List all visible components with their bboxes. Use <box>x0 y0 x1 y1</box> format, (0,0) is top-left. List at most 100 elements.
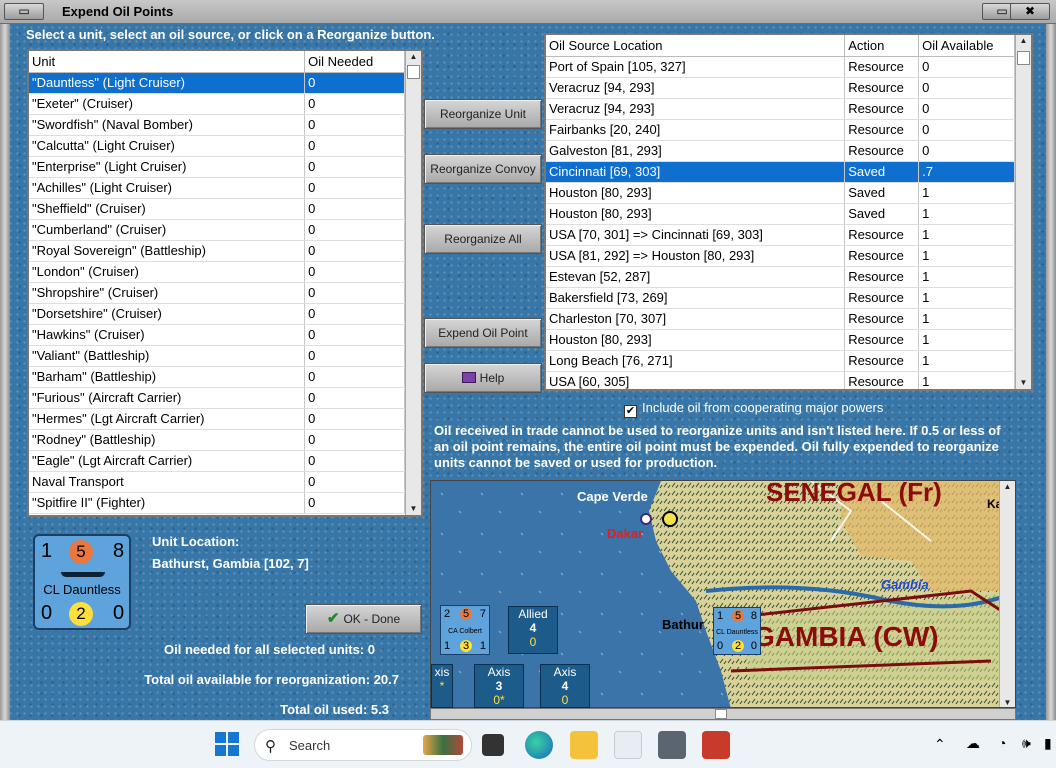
scroll-down-arrow-icon[interactable]: ▼ <box>1000 697 1015 707</box>
unit-row[interactable]: "Sheffield" (Cruiser) 0 <box>29 198 405 220</box>
oil-needed-column-header[interactable]: Oil Needed <box>304 51 405 73</box>
gambia-river-label: Gambia <box>881 577 929 592</box>
allied-stack[interactable]: Allied 4 0 <box>508 606 558 654</box>
scroll-up-arrow-icon[interactable]: ▲ <box>1000 481 1015 493</box>
axis-stack-partial[interactable]: xis * <box>431 664 453 708</box>
oil-source-row[interactable]: USA [81, 292] => Houston [80, 293] Resour… <box>546 245 1015 267</box>
unit-row[interactable]: "Barham" (Battleship) 0 <box>29 366 405 388</box>
reorganize-all-button[interactable]: Reorganize All <box>424 224 542 254</box>
oil-source-row[interactable]: Veracruz [94, 293] Resource 0 <box>546 98 1015 120</box>
scroll-down-arrow-icon[interactable]: ▼ <box>1016 377 1031 389</box>
counter-top-left: 1 <box>41 540 53 562</box>
battery-icon[interactable]: ▮ <box>1044 735 1052 752</box>
scroll-thumb[interactable] <box>407 65 420 79</box>
taskbar-search[interactable]: ⚲ Search <box>254 729 472 761</box>
map-unit-cl-dauntless[interactable]: 1 5 8 CL Dauntless 0 2 0 <box>713 607 761 655</box>
help-button[interactable]: Help <box>424 363 542 393</box>
oil-source-cell: Port of Spain [105, 327] <box>546 56 846 78</box>
axis-stack[interactable]: Axis 4 0 <box>540 664 590 708</box>
scroll-thumb[interactable] <box>1017 51 1030 65</box>
windows-start-icon[interactable] <box>214 731 242 759</box>
unit-row[interactable]: "Achilles" (Light Cruiser) 0 <box>29 177 405 199</box>
oil-source-row[interactable]: Estevan [52, 287] Resource 1 <box>546 266 1015 288</box>
oil-source-row[interactable]: Houston [80, 293] Resource 1 <box>546 329 1015 351</box>
oil-source-cell: 1 <box>918 266 1015 288</box>
oil-sources-listbox[interactable]: Oil Source Location Action Oil Available… <box>544 33 1033 391</box>
unit-row[interactable]: "Furious" (Aircraft Carrier) 0 <box>29 387 405 409</box>
unit-row[interactable]: "Dorsetshire" (Cruiser) 0 <box>29 303 405 325</box>
reorganize-unit-button[interactable]: Reorganize Unit <box>424 99 542 129</box>
cloud-offline-icon[interactable]: ☁ <box>966 735 980 752</box>
unit-row[interactable]: "Valiant" (Battleship) 0 <box>29 345 405 367</box>
oil-source-row[interactable]: Veracruz [94, 293] Resource 0 <box>546 77 1015 99</box>
unit-location-label: Unit Location: <box>152 534 240 549</box>
unit-cell: 0 <box>304 324 405 346</box>
close-button[interactable]: ✖ <box>1010 3 1050 20</box>
speaker-icon[interactable]: 🕪 <box>1022 735 1031 752</box>
reorganize-convoy-button[interactable]: Reorganize Convoy <box>424 154 542 184</box>
unit-cell: "Calcutta" (Light Cruiser) <box>29 135 306 157</box>
include-coop-checkbox-row[interactable]: ✔ Include oil from cooperating major powe… <box>624 400 883 418</box>
oil-source-row[interactable]: Fairbanks [20, 240] Resource 0 <box>546 119 1015 141</box>
file-explorer-icon[interactable] <box>570 731 598 759</box>
game-app-icon[interactable] <box>702 731 730 759</box>
scroll-up-arrow-icon[interactable]: ▲ <box>1016 35 1031 47</box>
expend-oil-point-button[interactable]: Expend Oil Point <box>424 318 542 348</box>
unit-row[interactable]: "London" (Cruiser) 0 <box>29 261 405 283</box>
scroll-up-arrow-icon[interactable]: ▲ <box>406 51 421 63</box>
action-column-header[interactable]: Action <box>844 35 920 57</box>
oil-source-cell: USA [81, 292] => Houston [80, 293] <box>546 245 846 267</box>
scroll-thumb[interactable] <box>715 709 727 719</box>
unit-row[interactable]: "Cumberland" (Cruiser) 0 <box>29 219 405 241</box>
chevron-up-icon[interactable]: ⌃ <box>934 736 946 753</box>
unit-row[interactable]: "Calcutta" (Light Cruiser) 0 <box>29 135 405 157</box>
edge-browser-icon[interactable] <box>525 731 553 759</box>
oil-source-column-header[interactable]: Oil Source Location <box>546 35 846 57</box>
map-horizontal-scrollbar[interactable] <box>430 708 1016 720</box>
wifi-icon[interactable]: ◔ <box>998 735 1006 751</box>
oil-source-row[interactable]: Cincinnati [69, 303] Saved .7 <box>546 161 1015 183</box>
oil-source-row[interactable]: USA [60, 305] Resource 1 <box>546 371 1015 389</box>
oil-source-row[interactable]: Charleston [70, 307] Resource 1 <box>546 308 1015 330</box>
counter-bottom-middle: 2 <box>69 602 93 626</box>
oil-source-row[interactable]: USA [70, 301] => Cincinnati [69, 303] Res… <box>546 224 1015 246</box>
unit-column-header[interactable]: Unit <box>29 51 306 73</box>
unit-row[interactable]: "Dauntless" (Light Cruiser) 0 <box>29 72 405 94</box>
unit-row[interactable]: "Hermes" (Lgt Aircraft Carrier) 0 <box>29 408 405 430</box>
ok-done-button[interactable]: ✔ OK - Done <box>305 604 422 634</box>
calculator-icon[interactable] <box>658 731 686 759</box>
unit-row[interactable]: "Hawkins" (Cruiser) 0 <box>29 324 405 346</box>
units-scrollbar[interactable]: ▲ ▼ <box>405 51 421 515</box>
oil-source-row[interactable]: Port of Spain [105, 327] Resource 0 <box>546 56 1015 78</box>
oil-available-column-header[interactable]: Oil Available <box>918 35 1015 57</box>
include-coop-checkbox[interactable]: ✔ <box>624 405 637 418</box>
unit-row[interactable]: "Rodney" (Battleship) 0 <box>29 429 405 451</box>
unit-row[interactable]: "Spitfire II" (Fighter) 0 <box>29 492 405 514</box>
map-vertical-scrollbar[interactable]: ▲ ▼ <box>999 481 1015 707</box>
map-unit-ca-colbert[interactable]: 2 5 7 CA Colbert 1 3 1 <box>440 605 490 655</box>
unit-row[interactable]: "Shropshire" (Cruiser) 0 <box>29 282 405 304</box>
task-view-icon[interactable] <box>482 734 504 756</box>
right-frame <box>1046 24 1056 720</box>
counter-bottom-right: 0 <box>113 602 125 624</box>
oil-source-row[interactable]: Houston [80, 293] Saved 1 <box>546 203 1015 225</box>
unit-row[interactable]: Naval Transport 0 <box>29 471 405 493</box>
oil-sources-scrollbar[interactable]: ▲ ▼ <box>1015 35 1031 389</box>
unit-row[interactable]: "Enterprise" (Light Cruiser) 0 <box>29 156 405 178</box>
scroll-down-arrow-icon[interactable]: ▼ <box>406 503 421 515</box>
unit-row[interactable]: "Swordfish" (Naval Bomber) 0 <box>29 114 405 136</box>
unit-row[interactable]: "Exeter" (Cruiser) 0 <box>29 93 405 115</box>
ok-done-label: OK - Done <box>343 612 401 626</box>
unit-range: 7 <box>479 608 486 620</box>
axis-stack[interactable]: Axis 3 0* <box>474 664 524 708</box>
units-listbox[interactable]: Unit Oil Needed "Dauntless" (Light Cruis… <box>27 49 423 517</box>
oil-source-row[interactable]: Galveston [81, 293] Resource 0 <box>546 140 1015 162</box>
oil-source-row[interactable]: Bakersfield [73, 269] Resource 1 <box>546 287 1015 309</box>
system-menu-button[interactable]: ▭ <box>4 3 44 20</box>
snipping-tool-icon[interactable] <box>614 731 642 759</box>
oil-source-row[interactable]: Houston [80, 293] Saved 1 <box>546 182 1015 204</box>
oil-source-row[interactable]: Long Beach [76, 271] Resource 1 <box>546 350 1015 372</box>
unit-row[interactable]: "Eagle" (Lgt Aircraft Carrier) 0 <box>29 450 405 472</box>
unit-row[interactable]: "Royal Sovereign" (Battleship) 0 <box>29 240 405 262</box>
gambia-label: GAMBIA (CW) <box>753 621 939 652</box>
